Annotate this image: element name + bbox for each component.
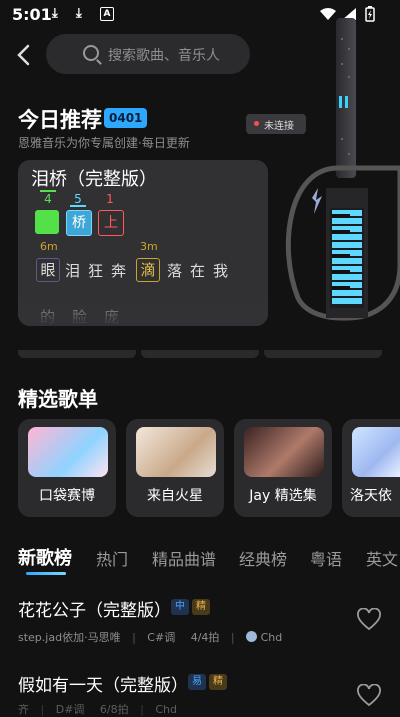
download-icon: ⤓ bbox=[52, 6, 58, 21]
playlist-cover bbox=[352, 427, 400, 477]
time-mark: 6m bbox=[40, 240, 58, 253]
song-meta: 齐 | D#调 6/8拍 | Chd bbox=[18, 703, 177, 716]
lyric-char: 在 bbox=[190, 262, 206, 280]
score-song-title: 泪桥（完整版） bbox=[31, 169, 157, 190]
recommend-subtitle: 恩雅音乐为你专属创建·每日更新 bbox=[18, 136, 190, 150]
song-key: C#调 bbox=[147, 631, 176, 644]
lyric-char: 滴 bbox=[136, 258, 160, 282]
device-status-badge[interactable]: 未连接 bbox=[246, 114, 306, 134]
playlist-card[interactable]: 口袋赛博 bbox=[18, 419, 116, 517]
playlist-card[interactable]: Jay 精选集 bbox=[234, 419, 332, 517]
playlist-cover bbox=[28, 427, 108, 477]
playlist-cover bbox=[244, 427, 324, 477]
lyric-char: 奔 bbox=[111, 262, 127, 280]
song-title: 花花公子（完整版） bbox=[18, 601, 171, 621]
note-number: 4 bbox=[44, 192, 52, 206]
tab-classics[interactable]: 经典榜 bbox=[239, 546, 287, 570]
playlist-label: 洛天依 bbox=[350, 488, 392, 504]
premium-tag: 精 bbox=[192, 599, 210, 615]
date-badge: 0401 bbox=[104, 108, 148, 128]
status-time: 5:01 bbox=[12, 5, 52, 24]
lyric-char: 落 bbox=[167, 262, 183, 280]
device-status-label: 未连接 bbox=[264, 121, 294, 132]
difficulty-tag: 易 bbox=[188, 674, 206, 690]
playlist-card[interactable]: 来自火星 bbox=[126, 419, 224, 517]
heart-icon[interactable] bbox=[356, 608, 382, 632]
back-button[interactable] bbox=[16, 44, 36, 66]
lyric-char: 泪 bbox=[65, 262, 81, 280]
uploader-avatar bbox=[246, 631, 258, 642]
song-meter: 4/4拍 bbox=[190, 631, 220, 644]
lyric-char: 狂 bbox=[88, 262, 104, 280]
search-bar[interactable]: 搜索歌曲、音乐人 bbox=[46, 34, 250, 74]
section-title-featured: 精选歌单 bbox=[18, 387, 98, 411]
download-icon: ⤓ bbox=[76, 6, 82, 21]
tab-new-songs[interactable]: 新歌榜 bbox=[18, 544, 72, 570]
tab-hot[interactable]: 热门 bbox=[96, 546, 128, 570]
search-icon bbox=[83, 45, 99, 61]
time-mark: 3m bbox=[140, 240, 158, 253]
tab-indicator bbox=[26, 572, 66, 575]
search-placeholder: 搜索歌曲、音乐人 bbox=[108, 48, 220, 64]
section-title-recommend: 今日推荐 bbox=[18, 108, 102, 132]
notification-icon: A bbox=[100, 7, 114, 21]
card-stack-edge bbox=[264, 350, 382, 358]
card-stack-edge bbox=[18, 350, 136, 358]
lyric-char: 眼 bbox=[36, 258, 60, 282]
status-dot-icon bbox=[254, 121, 259, 126]
premium-tag: 精 bbox=[209, 674, 227, 690]
note-block: 桥 bbox=[66, 210, 92, 236]
card-fade bbox=[18, 286, 268, 326]
tab-english[interactable]: 英文 bbox=[366, 546, 398, 570]
card-stack-edge bbox=[141, 350, 259, 358]
song-uploader: Chd bbox=[260, 631, 283, 644]
note-line bbox=[40, 190, 56, 192]
chevron-left-icon bbox=[17, 44, 30, 66]
playlist-cover bbox=[136, 427, 216, 477]
tab-cantonese[interactable]: 粤语 bbox=[310, 546, 342, 570]
lyric-char: 我 bbox=[213, 262, 229, 280]
note-block bbox=[35, 210, 59, 234]
smart-guitar-image bbox=[285, 18, 400, 321]
playlist-label: 来自火星 bbox=[147, 488, 203, 504]
note-line bbox=[70, 205, 86, 207]
note-number: 5 bbox=[74, 192, 82, 206]
song-meta: step.jad依加·马思唯 | C#调 4/4拍 | Chd bbox=[18, 631, 283, 644]
song-artist: step.jad依加·马思唯 bbox=[18, 631, 121, 644]
tab-premium-scores[interactable]: 精品曲谱 bbox=[152, 546, 216, 570]
note-number: 1 bbox=[106, 192, 114, 206]
difficulty-tag: 中 bbox=[171, 599, 189, 615]
playlist-card[interactable]: 洛天依 bbox=[342, 419, 400, 517]
note-block: 上 bbox=[98, 210, 124, 236]
score-preview-card[interactable]: 泪桥（完整版） 4 5 1 桥 上 6m 3m 眼 泪 狂 奔 滴 落 在 我 … bbox=[18, 160, 268, 326]
heart-icon[interactable] bbox=[356, 684, 382, 708]
playlist-label: Jay 精选集 bbox=[249, 488, 317, 504]
song-title: 假如有一天（完整版） bbox=[18, 676, 188, 696]
playlist-label: 口袋赛博 bbox=[39, 488, 95, 504]
